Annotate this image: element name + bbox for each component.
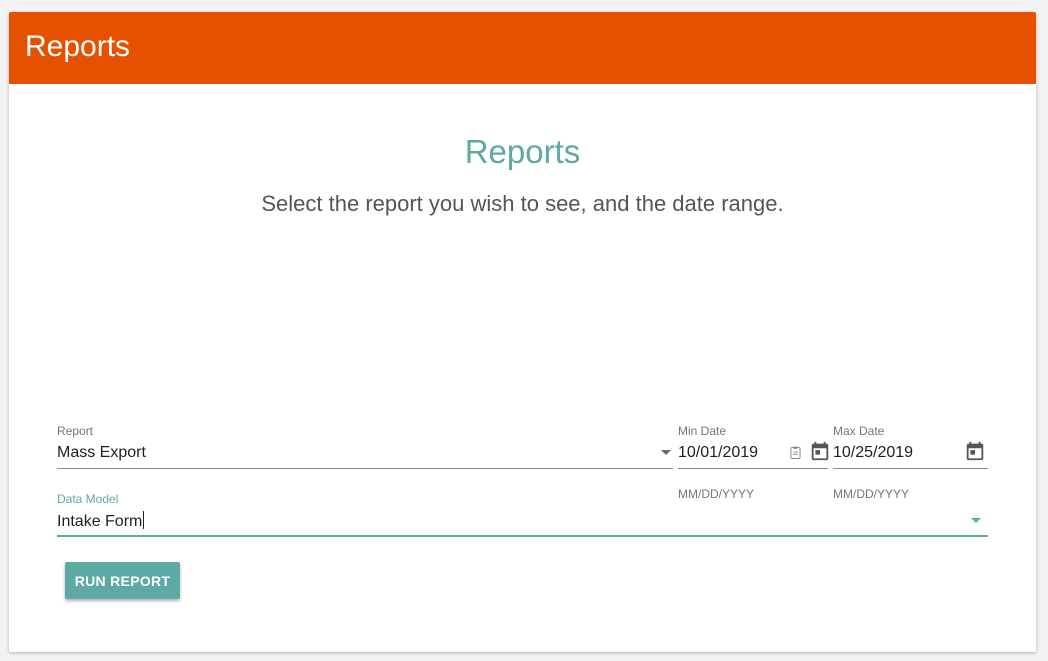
page-subheading: Select the report you wish to see, and t… <box>261 191 784 216</box>
page: Reports Reports Select the report you wi… <box>0 0 1048 661</box>
reports-card: Reports Reports Select the report you wi… <box>9 12 1036 652</box>
data-model-value: Intake Form <box>57 511 145 532</box>
min-date-underline <box>678 468 828 469</box>
min-date-label: Min Date <box>678 424 727 438</box>
report-value: Mass Export <box>57 444 146 461</box>
app-toolbar: Reports <box>9 12 1036 84</box>
max-date-label: Max Date <box>833 424 885 438</box>
data-model-text: Intake Form <box>57 513 143 530</box>
chevron-down-icon[interactable] <box>971 518 981 523</box>
report-label: Report <box>57 424 94 438</box>
calendar-icon[interactable] <box>964 440 986 462</box>
max-date-field[interactable]: Max Date 10/25/2019 MM/DD/YYYY <box>833 424 988 501</box>
max-date-input[interactable]: 10/25/2019 <box>833 443 913 463</box>
run-report-button[interactable]: RUN REPORT <box>65 562 180 599</box>
text-caret <box>143 511 145 529</box>
report-underline <box>57 468 673 469</box>
clipboard-icon <box>790 446 801 459</box>
data-model-label: Data Model <box>57 492 119 506</box>
max-date-underline <box>833 468 988 469</box>
data-model-underline <box>57 535 988 537</box>
page-heading: Reports <box>464 133 581 170</box>
min-date-field[interactable]: Min Date 10/01/2019 MM/DD/YYYY <box>678 424 831 501</box>
data-model-select[interactable]: Data Model Intake Form <box>57 492 988 538</box>
chevron-down-icon[interactable] <box>661 450 671 455</box>
report-select[interactable]: Report Mass Export <box>57 424 673 469</box>
min-date-input[interactable]: 10/01/2019 <box>678 443 758 463</box>
toolbar-title: Reports <box>25 30 131 63</box>
calendar-icon[interactable] <box>809 440 831 462</box>
